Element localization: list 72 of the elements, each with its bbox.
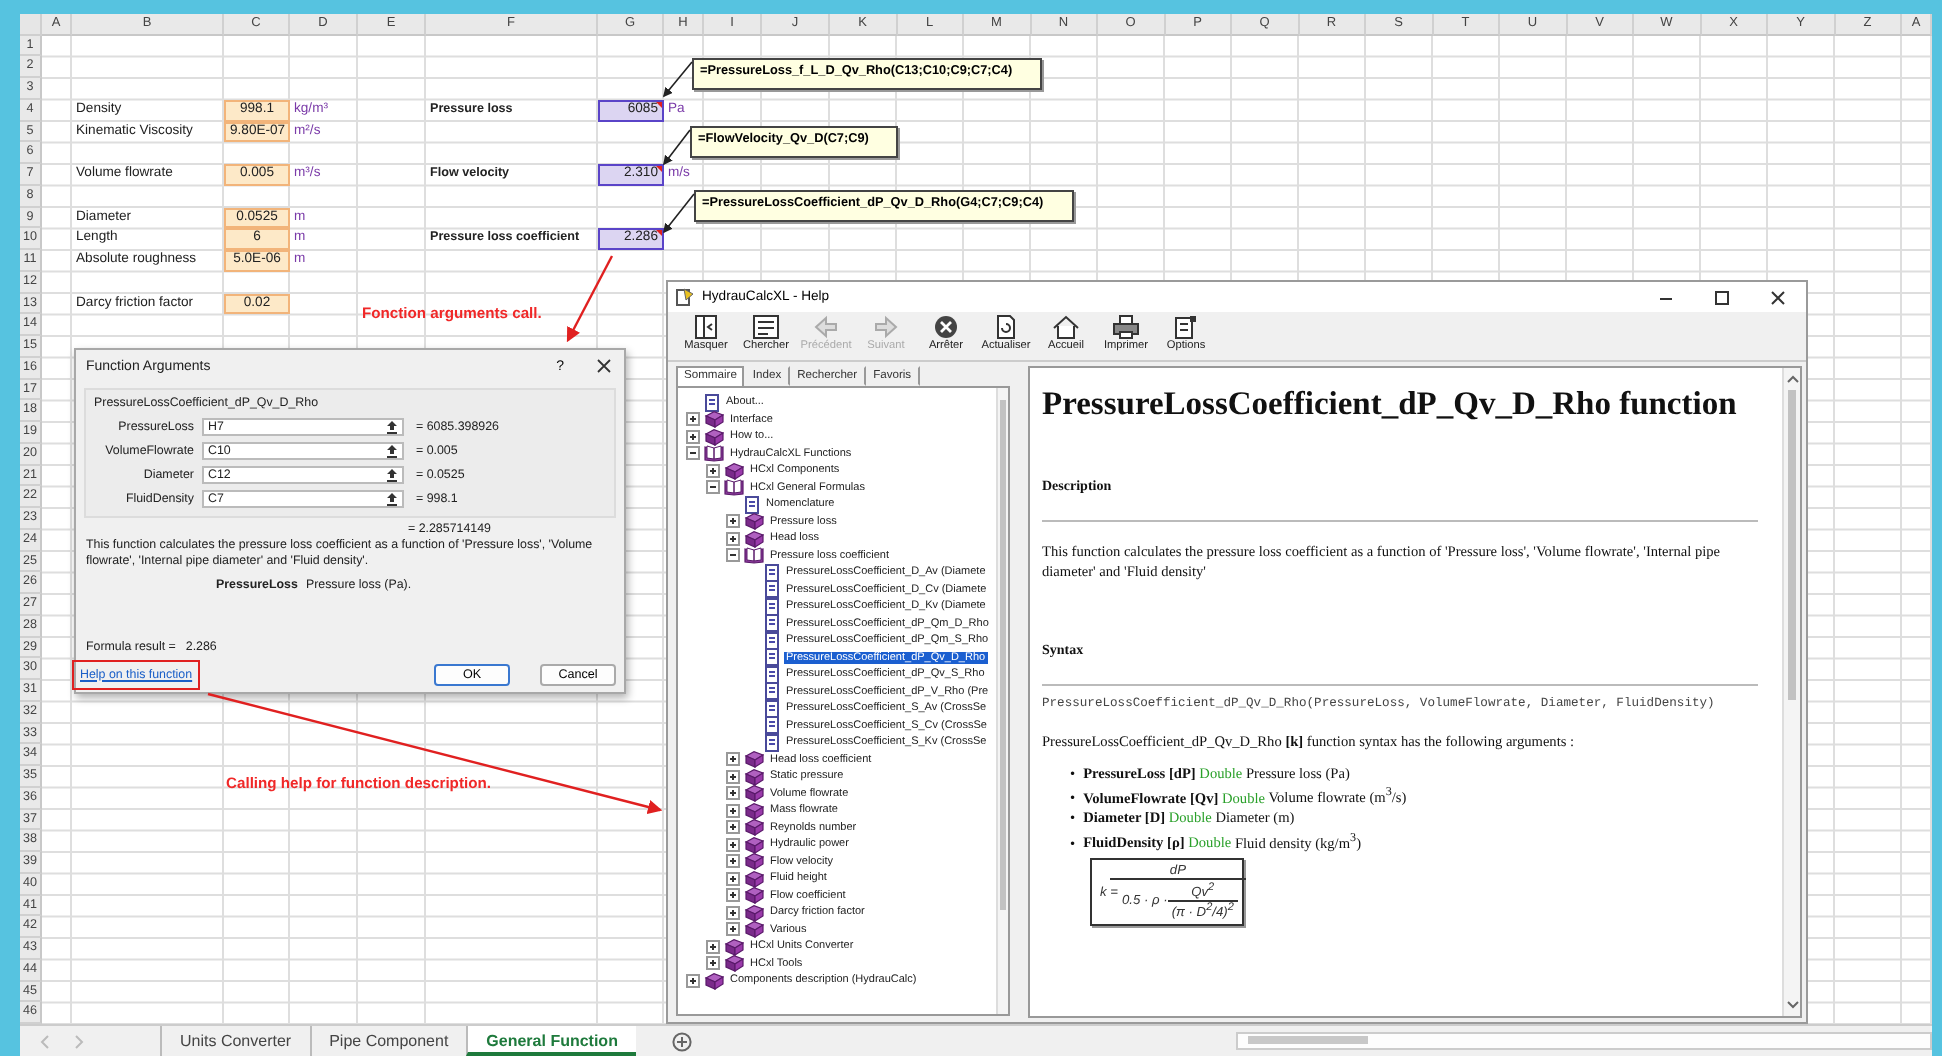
book-icon — [744, 818, 764, 837]
vertical-scrollbar[interactable] — [1782, 368, 1800, 1016]
stop-icon — [932, 314, 960, 340]
expand-toggle[interactable] — [726, 514, 740, 529]
close-icon[interactable] — [596, 358, 612, 374]
book-icon — [724, 954, 744, 973]
open-book-icon — [704, 444, 724, 463]
leader-line — [663, 129, 691, 166]
collapse-icon[interactable] — [386, 467, 398, 481]
leader-line — [663, 61, 693, 98]
book-icon — [704, 410, 724, 429]
scroll-down-icon[interactable] — [1785, 1000, 1799, 1010]
book-icon — [744, 869, 764, 888]
book-icon — [744, 784, 764, 803]
collapse-icon[interactable] — [386, 419, 398, 433]
book-icon — [744, 903, 764, 922]
vertical-scrollbar[interactable] — [996, 388, 1008, 1014]
sheet-tab[interactable]: General Function — [466, 1026, 636, 1056]
expand-toggle[interactable] — [726, 752, 740, 767]
expand-toggle[interactable] — [726, 769, 740, 784]
page-icon — [744, 495, 760, 514]
annotation-arrow — [566, 255, 614, 343]
book-icon — [744, 529, 764, 548]
expand-toggle[interactable] — [726, 905, 740, 920]
expand-toggle[interactable] — [686, 429, 700, 444]
expand-toggle[interactable] — [726, 803, 740, 818]
expand-toggle[interactable] — [726, 922, 740, 937]
expand-toggle[interactable] — [726, 871, 740, 886]
book-icon — [744, 852, 764, 871]
scroll-up-icon[interactable] — [1785, 374, 1799, 384]
expand-toggle[interactable] — [686, 973, 700, 988]
book-icon — [744, 886, 764, 905]
horizontal-scrollbar[interactable] — [1235, 1032, 1932, 1050]
expand-toggle[interactable] — [686, 412, 700, 427]
book-icon — [744, 750, 764, 769]
leader-line — [663, 193, 695, 234]
expand-toggle[interactable] — [726, 786, 740, 801]
open-book-icon — [724, 478, 744, 497]
expand-toggle[interactable] — [706, 463, 720, 478]
collapse-icon[interactable] — [386, 443, 398, 457]
open-book-icon — [744, 546, 764, 565]
expand-toggle[interactable] — [726, 888, 740, 903]
collapse-icon[interactable] — [386, 491, 398, 505]
book-icon — [744, 920, 764, 939]
page-icon — [704, 393, 720, 412]
maximize-icon[interactable] — [1714, 289, 1730, 305]
book-icon — [744, 835, 764, 854]
close-icon[interactable] — [1770, 289, 1786, 305]
book-icon — [744, 801, 764, 820]
page-heading: PressureLossCoefficient_dP_Qv_D_Rho function — [1042, 384, 1739, 424]
sheet-tab[interactable]: Units Converter — [160, 1026, 310, 1056]
expand-toggle[interactable] — [726, 820, 740, 835]
book-icon — [704, 427, 724, 446]
back-arrow-icon — [812, 314, 840, 340]
home-icon — [1052, 314, 1080, 340]
forward-arrow-icon — [872, 314, 900, 340]
add-sheet-icon[interactable] — [671, 1031, 692, 1051]
book-icon — [744, 512, 764, 531]
options-icon — [1172, 314, 1200, 340]
book-icon — [744, 767, 764, 786]
expand-toggle[interactable] — [726, 548, 740, 563]
expand-toggle[interactable] — [706, 956, 720, 971]
expand-toggle[interactable] — [686, 446, 700, 461]
expand-toggle[interactable] — [726, 531, 740, 546]
book-icon — [704, 971, 724, 990]
expand-toggle[interactable] — [706, 480, 720, 495]
expand-toggle[interactable] — [726, 854, 740, 869]
book-icon — [724, 937, 744, 956]
expand-toggle[interactable] — [706, 939, 720, 954]
app-icon — [676, 288, 694, 306]
book-icon — [724, 461, 744, 480]
expand-toggle[interactable] — [726, 837, 740, 852]
